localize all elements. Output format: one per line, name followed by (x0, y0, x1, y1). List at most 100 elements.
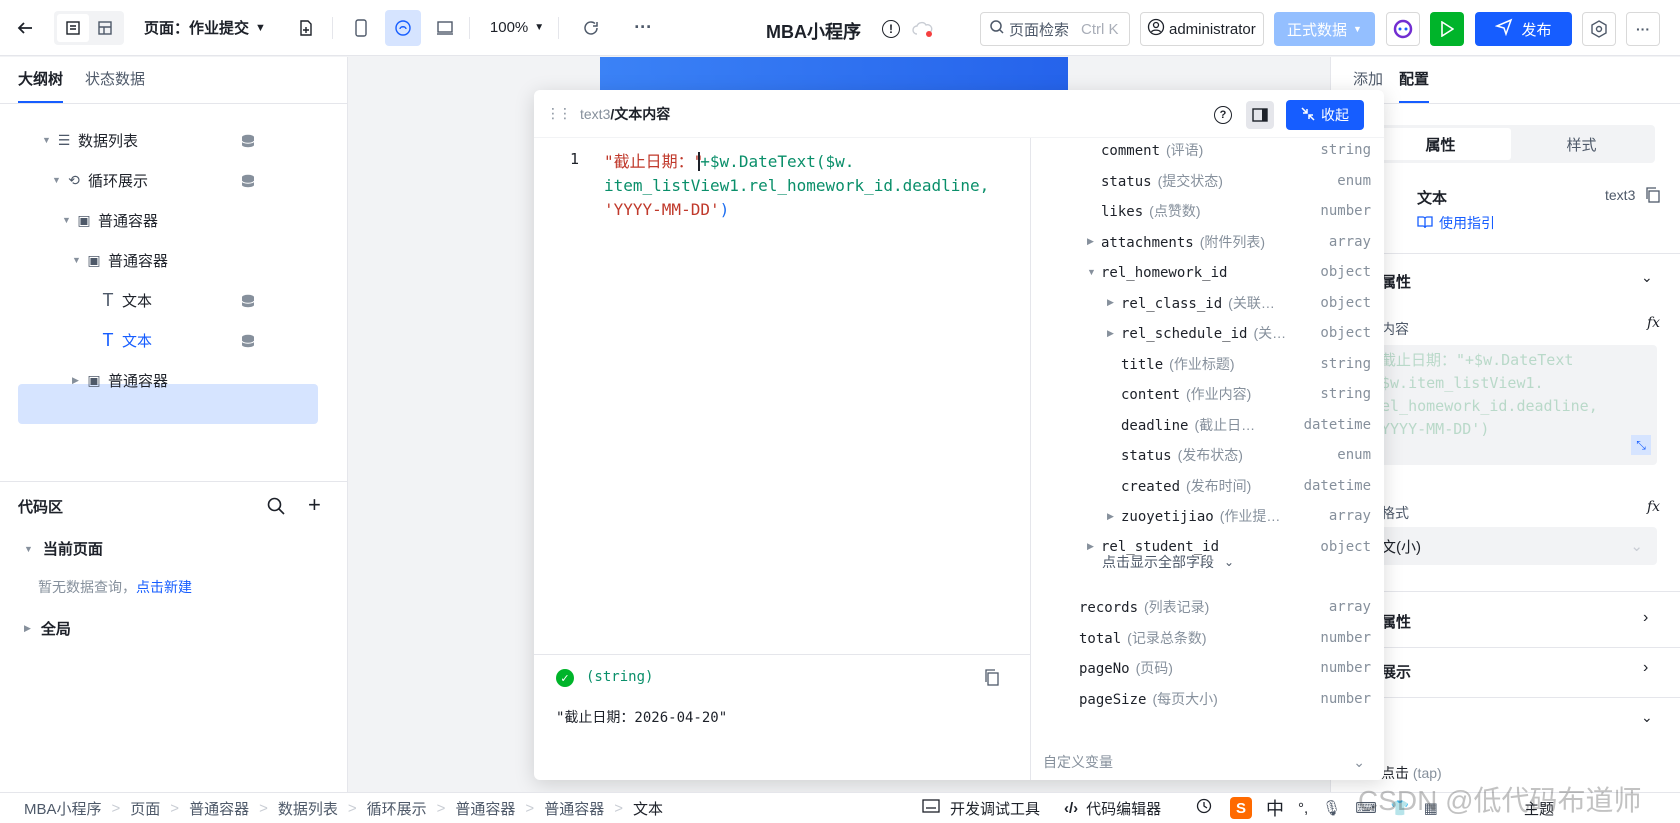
user-button[interactable]: administrator (1140, 12, 1264, 46)
breadcrumb-item[interactable]: 普通容器 (455, 798, 515, 819)
miniprogram-view-icon[interactable] (384, 9, 421, 46)
tab-config[interactable]: 配置 (1399, 68, 1430, 103)
tree-item-loop[interactable]: ▼ ⟲ 循环展示 (52, 160, 148, 200)
mobile-view-icon[interactable] (343, 10, 379, 46)
tree-item-data-list[interactable]: ▼ ☰ 数据列表 (42, 120, 138, 160)
copy-icon[interactable] (984, 669, 1000, 690)
collapse-button[interactable]: 收起 (1286, 100, 1364, 130)
field-row-rel-class-id[interactable]: ▶ rel_class_id (关联… object (1031, 289, 1384, 317)
info-icon[interactable]: ! (882, 20, 900, 38)
tab-style[interactable]: 样式 (1511, 128, 1652, 160)
field-row-status[interactable]: status (提交状态) enum (1031, 167, 1384, 195)
caret-down-icon[interactable]: ▼ (1087, 267, 1096, 277)
ime-logo-icon[interactable]: S (1230, 797, 1252, 819)
custom-vars-section[interactable]: 自定义变量 ⌄ (1043, 748, 1373, 776)
field-row-status[interactable]: status (发布状态) enum (1031, 441, 1384, 469)
field-row-total[interactable]: total (记录总条数) number (1031, 624, 1384, 652)
caret-down-icon[interactable]: ▼ (72, 255, 84, 265)
history-icon[interactable] (1196, 798, 1212, 818)
tab-outline-tree[interactable]: 大纲树 (18, 68, 64, 103)
field-row-zuoyetijiao[interactable]: ▶ zuoyetijiao (作业提… array (1031, 502, 1384, 530)
usage-guide-link[interactable]: 使用指引 (1417, 213, 1495, 233)
env-select[interactable]: 正式数据 ▼ (1274, 12, 1375, 46)
database-icon[interactable] (240, 293, 256, 309)
field-row-attachments[interactable]: ▶ attachments (附件列表) array (1031, 228, 1384, 256)
breadcrumb-item[interactable]: 普通容器 (189, 798, 249, 819)
caret-down-icon[interactable]: ▼ (42, 135, 54, 145)
caret-right-icon[interactable]: ▶ (1107, 328, 1114, 339)
tree-item-container[interactable]: ▼ ▣ 普通容器 (72, 240, 168, 280)
side-panel-toggle-icon[interactable] (1246, 101, 1274, 129)
field-row-rel-schedule-id[interactable]: ▶ rel_schedule_id (关… object (1031, 319, 1384, 347)
field-row-records[interactable]: records (列表记录) array (1031, 593, 1384, 621)
page-selector[interactable]: 页面：作业提交 ▼ (144, 17, 266, 38)
chevron-down-icon[interactable]: ⌄ (1641, 269, 1653, 286)
caret-right-icon[interactable]: ▶ (1087, 541, 1094, 552)
field-row-deadline[interactable]: deadline (截止日… datetime (1031, 411, 1384, 439)
code-editor[interactable]: 1 "截止日期："+$w.DateText($w. item_listView1… (534, 138, 1030, 654)
format-select[interactable]: 文(小) ⌄ (1367, 527, 1657, 565)
caret-right-icon[interactable]: ▶ (1107, 297, 1114, 308)
chevron-right-icon[interactable]: › (1643, 609, 1648, 627)
ime-punctuation-icon[interactable]: °, (1298, 800, 1308, 817)
refresh-icon[interactable] (573, 10, 609, 46)
tab-properties[interactable]: 属性 (1370, 128, 1511, 160)
tree-item-container[interactable]: ▶ ▣ 普通容器 (72, 360, 168, 400)
field-row-pagesize[interactable]: pageSize (每页大小) number (1031, 685, 1384, 713)
field-row-rel-homework-id[interactable]: ▼ rel_homework_id object (1031, 258, 1384, 286)
code-expression[interactable]: "截止日期："+$w.DateText($w. item_listView1.r… (604, 150, 1004, 222)
expand-icon[interactable]: ⤡ (1631, 435, 1651, 455)
tree-item-text-selected[interactable]: T 文本 (98, 320, 153, 360)
show-all-fields-link[interactable]: 点击显示全部字段 ⌄ (1102, 548, 1234, 576)
ime-chinese-icon[interactable]: 中 (1266, 795, 1284, 821)
more-horizontal-icon[interactable]: ··· (625, 10, 661, 46)
copy-icon[interactable] (1645, 187, 1661, 206)
back-icon[interactable] (0, 0, 50, 56)
section-display-header[interactable]: 展示 (1381, 661, 1411, 682)
breadcrumb-item[interactable]: 数据列表 (278, 798, 338, 819)
run-preview-button[interactable] (1430, 12, 1464, 46)
breadcrumb-item[interactable]: MBA小程序 (24, 798, 102, 819)
tab-state-data[interactable]: 状态数据 (85, 68, 145, 103)
chevron-down-icon[interactable]: ⌄ (1641, 709, 1653, 726)
current-page-group[interactable]: ▼ 当前页面 (24, 538, 103, 559)
breadcrumb-item[interactable]: 页面 (130, 798, 160, 819)
field-row-likes[interactable]: likes (点赞数) number (1031, 197, 1384, 225)
caret-down-icon[interactable]: ▼ (52, 175, 64, 185)
settings-icon[interactable] (1582, 12, 1616, 46)
global-group[interactable]: ▶ 全局 (24, 618, 71, 639)
ai-assistant-icon[interactable] (1386, 12, 1420, 46)
search-icon[interactable] (266, 496, 286, 519)
drag-handle-icon[interactable]: ⋮⋮ (546, 105, 572, 122)
field-row-pageno[interactable]: pageNo (页码) number (1031, 654, 1384, 682)
database-icon[interactable] (240, 173, 256, 189)
caret-down-icon[interactable]: ▼ (62, 215, 74, 225)
help-icon[interactable]: ? (1214, 106, 1232, 124)
caret-right-icon[interactable]: ▶ (1087, 236, 1094, 247)
zoom-select[interactable]: 100% ▼ (490, 19, 544, 36)
create-query-link[interactable]: 点击新建 (136, 579, 192, 595)
chevron-right-icon[interactable]: › (1643, 659, 1648, 677)
add-icon[interactable]: + (308, 492, 321, 518)
field-row-title[interactable]: title (作业标题) string (1031, 350, 1384, 378)
theme-label[interactable]: 主题 (1524, 798, 1554, 819)
publish-button[interactable]: 发布 (1475, 12, 1572, 46)
formula-icon[interactable]: fx (1647, 315, 1660, 331)
more-icon[interactable]: ··· (1626, 12, 1660, 46)
page-search-input[interactable]: 页面检索 Ctrl K (980, 12, 1130, 46)
add-page-icon[interactable] (286, 8, 326, 48)
field-row-comment[interactable]: comment (评语) string (1031, 138, 1384, 164)
tree-item-text[interactable]: T 文本 (98, 280, 153, 320)
field-row-content[interactable]: content (作业内容) string (1031, 380, 1384, 408)
page-view-icon[interactable] (57, 13, 89, 42)
breadcrumb-item[interactable]: 文本 (633, 798, 663, 819)
database-icon[interactable] (240, 333, 256, 349)
field-row-created[interactable]: created (发布时间) datetime (1031, 472, 1384, 500)
section-properties-header[interactable]: 属性 (1381, 271, 1411, 292)
code-editor-button[interactable]: ‹/› 代码编辑器 (1064, 798, 1161, 819)
formula-icon[interactable]: fx (1647, 499, 1660, 515)
database-icon[interactable] (240, 133, 256, 149)
microphone-icon[interactable]: 🎙 (1322, 799, 1341, 817)
caret-right-icon[interactable]: ▶ (72, 375, 84, 386)
devtools-button[interactable]: 开发调试工具 (922, 798, 1040, 819)
